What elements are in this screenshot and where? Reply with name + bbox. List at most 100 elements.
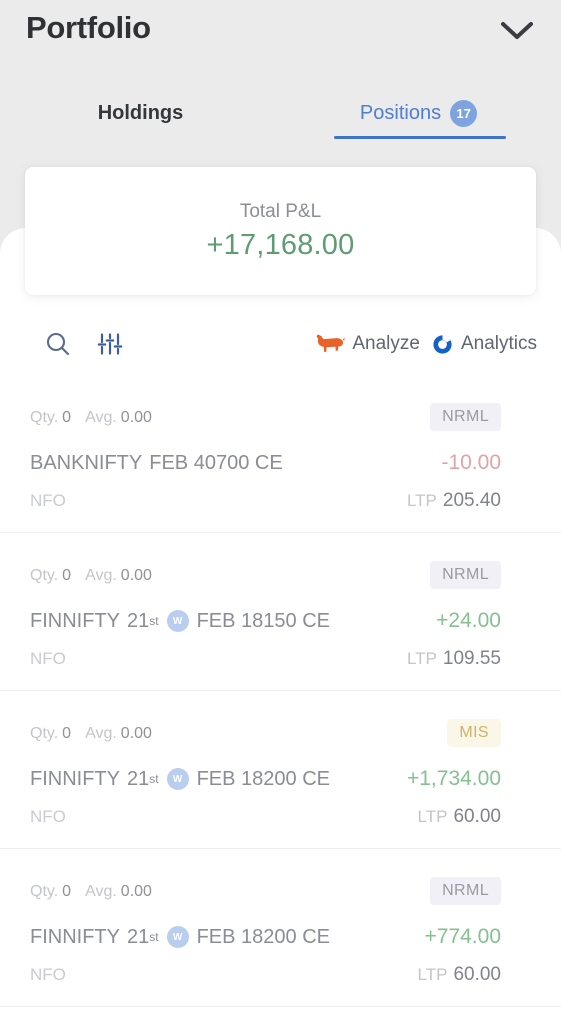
exchange-label: NFO (30, 649, 66, 668)
avg-label: Avg. (85, 409, 117, 426)
row-meta: Qty. 0 Avg. 0.00 NRML (30, 561, 531, 589)
total-pnl-value: +17,168.00 (206, 228, 355, 261)
ltp-label: LTP (406, 649, 437, 668)
bull-icon (317, 334, 345, 352)
instrument-name: FINNIFTY 21 st W FEB 18200 CE (30, 768, 330, 791)
ltp-group: LTP 109.55 (407, 648, 501, 670)
instrument-prefix: FINNIFTY (30, 767, 120, 790)
search-icon[interactable] (32, 313, 84, 375)
expiry-suffix: st (149, 772, 159, 786)
qty-label: Qty. (30, 725, 59, 742)
table-row[interactable]: Qty. 0 Avg. 0.00 MIS FINNIFTY 21 st W FE… (0, 691, 561, 849)
ltp-label: LTP (406, 491, 437, 510)
tab-holdings[interactable]: Holdings (12, 78, 269, 148)
row-meta: Qty. 0 Avg. 0.00 NRML (30, 877, 531, 905)
total-pnl-label: Total P&L (239, 200, 322, 222)
avg-label: Avg. (85, 567, 117, 584)
row-pnl: +774.00 (424, 925, 502, 948)
weekly-expiry-icon: W (166, 926, 189, 948)
instrument-prefix: FINNIFTY (30, 925, 120, 948)
row-instrument: BANKNIFTY FEB 40700 CE -10.00 (30, 448, 531, 478)
expiry-day: 21 (127, 767, 150, 790)
weekly-expiry-icon: W (166, 610, 189, 632)
row-pnl: +1,734.00 (406, 767, 501, 790)
donut-ring-icon (433, 334, 452, 354)
expiry-suffix: st (149, 614, 159, 628)
row-meta: Qty. 0 Avg. 0.00 MIS (30, 719, 531, 747)
avg-value: 0.00 (120, 725, 152, 742)
app-header: Portfolio (0, 0, 561, 78)
ltp-group: LTP 60.00 (418, 964, 501, 986)
tab-positions-count-badge: 17 (450, 99, 478, 127)
tab-holdings-label: Holdings (97, 101, 184, 124)
positions-list: Qty. 0 Avg. 0.00 NRML BANKNIFTY FEB 4070… (0, 375, 561, 1007)
avg-label: Avg. (85, 883, 117, 900)
instrument-suffix: FEB 40700 CE (149, 451, 283, 474)
exchange-label: NFO (30, 491, 66, 510)
instrument-name: BANKNIFTY FEB 40700 CE (30, 452, 283, 475)
instrument-suffix: FEB 18200 CE (196, 925, 331, 948)
row-footer: NFO LTP 60.00 (30, 964, 531, 986)
table-row[interactable]: Qty. 0 Avg. 0.00 NRML FINNIFTY 21 st W F… (0, 533, 561, 691)
analytics-label: Analytics (460, 333, 537, 354)
tab-positions[interactable]: Positions 17 (290, 78, 547, 148)
avg-value: 0.00 (120, 883, 152, 900)
row-footer: NFO LTP 60.00 (30, 806, 531, 828)
positions-toolbar: Analyze Analytics (0, 313, 561, 375)
table-row[interactable]: Qty. 0 Avg. 0.00 NRML BANKNIFTY FEB 4070… (0, 375, 561, 533)
weekly-expiry-icon: W (166, 768, 189, 790)
avg-value: 0.00 (120, 567, 152, 584)
ltp-group: LTP 60.00 (418, 806, 501, 828)
row-footer: NFO LTP 109.55 (30, 648, 531, 670)
chevron-down-icon[interactable] (495, 14, 539, 48)
analytics-button[interactable]: Analytics (431, 333, 537, 356)
ltp-value: 205.40 (442, 490, 501, 511)
tab-active-underline (334, 136, 506, 139)
row-instrument: FINNIFTY 21 st W FEB 18200 CE +774.00 (30, 922, 531, 952)
row-pnl: +24.00 (436, 609, 501, 632)
exchange-label: NFO (30, 965, 66, 984)
instrument-suffix: FEB 18150 CE (196, 609, 331, 632)
product-badge: MIS (447, 719, 501, 747)
toolbar-actions: Analyze Analytics (316, 313, 537, 375)
instrument-prefix: BANKNIFTY (30, 451, 143, 474)
page-title: Portfolio (26, 10, 151, 45)
row-footer: NFO LTP 205.40 (30, 490, 531, 512)
qty-label: Qty. (30, 409, 59, 426)
ltp-label: LTP (417, 807, 448, 826)
instrument-prefix: FINNIFTY (30, 609, 120, 632)
product-badge: NRML (430, 561, 501, 589)
qty-value: 0 (62, 567, 72, 584)
expiry-day: 21 (127, 609, 150, 632)
avg-label: Avg. (85, 725, 117, 742)
exchange-label: NFO (30, 807, 66, 826)
product-badge: NRML (430, 403, 501, 431)
avg-value: 0.00 (120, 409, 152, 426)
tab-positions-label: Positions (359, 101, 442, 124)
analyze-label: Analyze (352, 333, 420, 354)
qty-value: 0 (62, 883, 72, 900)
instrument-name: FINNIFTY 21 st W FEB 18200 CE (30, 926, 330, 949)
portfolio-tabs: Holdings Positions 17 (0, 78, 561, 148)
ltp-value: 109.55 (442, 648, 501, 669)
row-pnl: -10.00 (441, 451, 501, 474)
filter-sliders-icon[interactable] (84, 313, 136, 375)
row-instrument: FINNIFTY 21 st W FEB 18200 CE +1,734.00 (30, 764, 531, 794)
row-instrument: FINNIFTY 21 st W FEB 18150 CE +24.00 (30, 606, 531, 636)
ltp-value: 60.00 (453, 806, 501, 827)
table-row[interactable]: Qty. 0 Avg. 0.00 NRML FINNIFTY 21 st W F… (0, 849, 561, 1007)
qty-value: 0 (62, 725, 72, 742)
expiry-suffix: st (149, 930, 159, 944)
instrument-suffix: FEB 18200 CE (196, 767, 331, 790)
qty-label: Qty. (30, 567, 59, 584)
ltp-label: LTP (417, 965, 448, 984)
qty-value: 0 (62, 409, 72, 426)
expiry-day: 21 (127, 925, 150, 948)
portfolio-screen: Portfolio Holdings Positions 17 Total P&… (0, 0, 561, 1024)
qty-label: Qty. (30, 883, 59, 900)
ltp-group: LTP 205.40 (407, 490, 501, 512)
total-pnl-card[interactable]: Total P&L +17,168.00 (25, 167, 536, 295)
analyze-button[interactable]: Analyze (316, 333, 420, 355)
ltp-value: 60.00 (453, 964, 501, 985)
row-meta: Qty. 0 Avg. 0.00 NRML (30, 403, 531, 431)
